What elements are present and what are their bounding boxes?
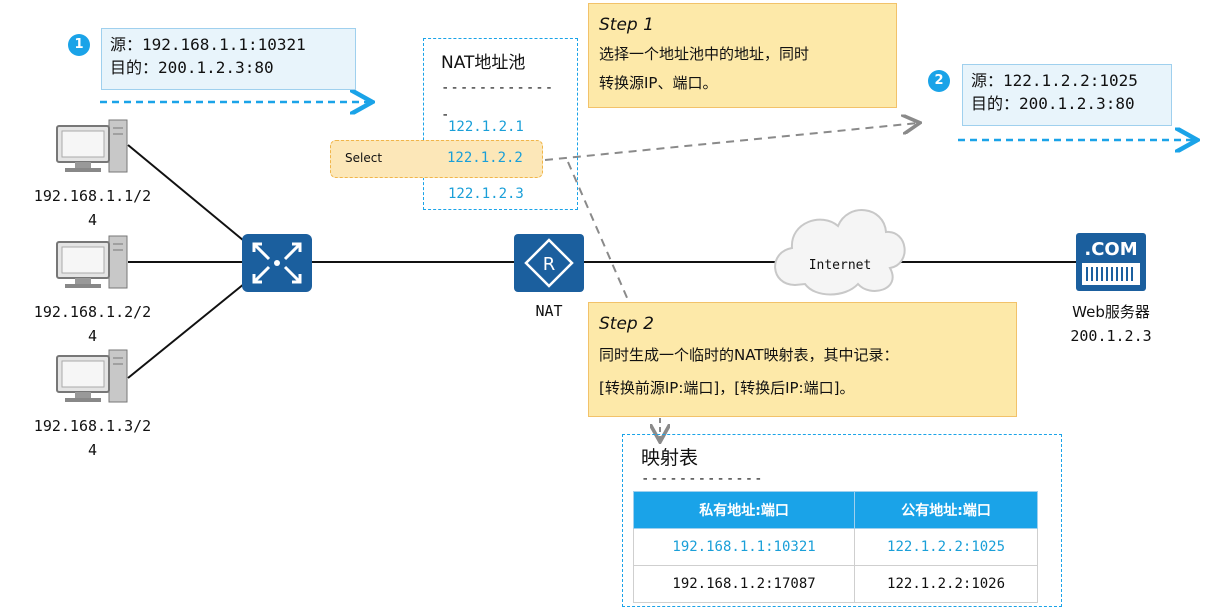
internet-label: Internet (808, 258, 872, 273)
packet1-destination: 目的：200.1.2.3:80 (110, 58, 274, 77)
step1-note: Step 1 选择一个地址池中的地址，同时 转换源IP、端口。 (588, 3, 897, 108)
select-label: Select (345, 151, 383, 165)
svg-text:R: R (543, 254, 556, 275)
step2-line2: [转换前源IP:端口]，[转换后IP:端口]。 (599, 379, 855, 397)
step1-title: Step 1 (599, 15, 654, 35)
router-icon: R (514, 234, 584, 292)
host-label-line1: 192.168.1.3/2 (33, 417, 152, 435)
server-label: Web服务器 200.1.2.3 (1046, 300, 1176, 348)
host-label: 192.168.1.1/2 4 (10, 184, 175, 232)
table-cell: 192.168.1.1:10321 (632, 528, 856, 566)
server-label-ip: 200.1.2.3 (1070, 327, 1152, 345)
step2-line1: 同时生成一个临时的NAT映射表，其中记录： (599, 346, 899, 364)
table-header-row: 私有地址:端口 公有地址:端口 (632, 491, 1038, 529)
host-label-line2: 4 (87, 441, 98, 459)
packet1-info: 源：192.168.1.1:10321 目的：200.1.2.3:80 (101, 28, 356, 90)
cloud-icon (774, 209, 906, 296)
nat-pool-separator: ------------ (441, 80, 555, 96)
table-row: 192.168.1.1:10321 122.1.2.2:1025 (632, 528, 1038, 566)
mapping-table-separator: ------------- (641, 471, 764, 487)
packet2-source: 源：122.1.2.2:1025 (971, 71, 1138, 90)
host-label: 192.168.1.3/2 4 (10, 414, 175, 462)
step-badge-2: 2 (928, 70, 950, 92)
select-to-packet2-arrow (544, 123, 918, 161)
packet2-destination: 目的：200.1.2.3:80 (971, 94, 1135, 113)
table-cell: 122.1.2.2:1025 (854, 528, 1038, 566)
step1-line1: 选择一个地址池中的地址，同时 (599, 45, 810, 63)
nat-label: NAT (535, 302, 563, 320)
table-cell: 122.1.2.2:1026 (854, 565, 1038, 603)
step-badge-1: 1 (68, 34, 90, 56)
pc-icon (56, 235, 128, 289)
pool-address: 122.1.2.3 (448, 186, 524, 202)
step2-note: Step 2 同时生成一个临时的NAT映射表，其中记录： [转换前源IP:端口]… (588, 302, 1017, 417)
packet2-info: 源：122.1.2.2:1025 目的：200.1.2.3:80 (962, 64, 1172, 126)
step1-line2: 转换源IP、端口。 (599, 74, 718, 92)
switch-icon (242, 234, 312, 292)
table-row: 192.168.1.2:17087 122.1.2.2:1026 (632, 565, 1038, 603)
packet1-source: 源：192.168.1.1:10321 (110, 35, 306, 54)
pc-icon (56, 119, 128, 173)
host-label: 192.168.1.2/2 4 (10, 300, 175, 348)
server-icon-text: .COM (1084, 239, 1137, 260)
host-label-line2: 4 (87, 327, 98, 345)
mapping-table-panel: 映射表 ------------- 私有地址:端口 公有地址:端口 192.16… (622, 434, 1062, 607)
nat-address-pool: NAT地址池 ------------ - 122.1.2.1 122.1.2.… (423, 38, 578, 210)
pc-icon (56, 349, 128, 403)
mapping-table: 私有地址:端口 公有地址:端口 192.168.1.1:10321 122.1.… (632, 491, 1038, 603)
host-label-line1: 192.168.1.2/2 (33, 303, 152, 321)
host-label-line1: 192.168.1.1/2 (33, 187, 152, 205)
server-label-name: Web服务器 (1072, 303, 1150, 321)
step2-title: Step 2 (599, 314, 654, 334)
column-header: 公有地址:端口 (854, 491, 1038, 529)
nat-pool-title: NAT地址池 (441, 53, 526, 73)
column-header: 私有地址:端口 (632, 491, 856, 529)
host-label-line2: 4 (87, 211, 98, 229)
table-cell: 192.168.1.2:17087 (632, 565, 856, 603)
server-icon: .COM (1076, 233, 1146, 291)
pool-address: 122.1.2.2 (447, 150, 523, 166)
mapping-table-title: 映射表 (641, 447, 699, 469)
pool-address: 122.1.2.1 (448, 119, 524, 135)
